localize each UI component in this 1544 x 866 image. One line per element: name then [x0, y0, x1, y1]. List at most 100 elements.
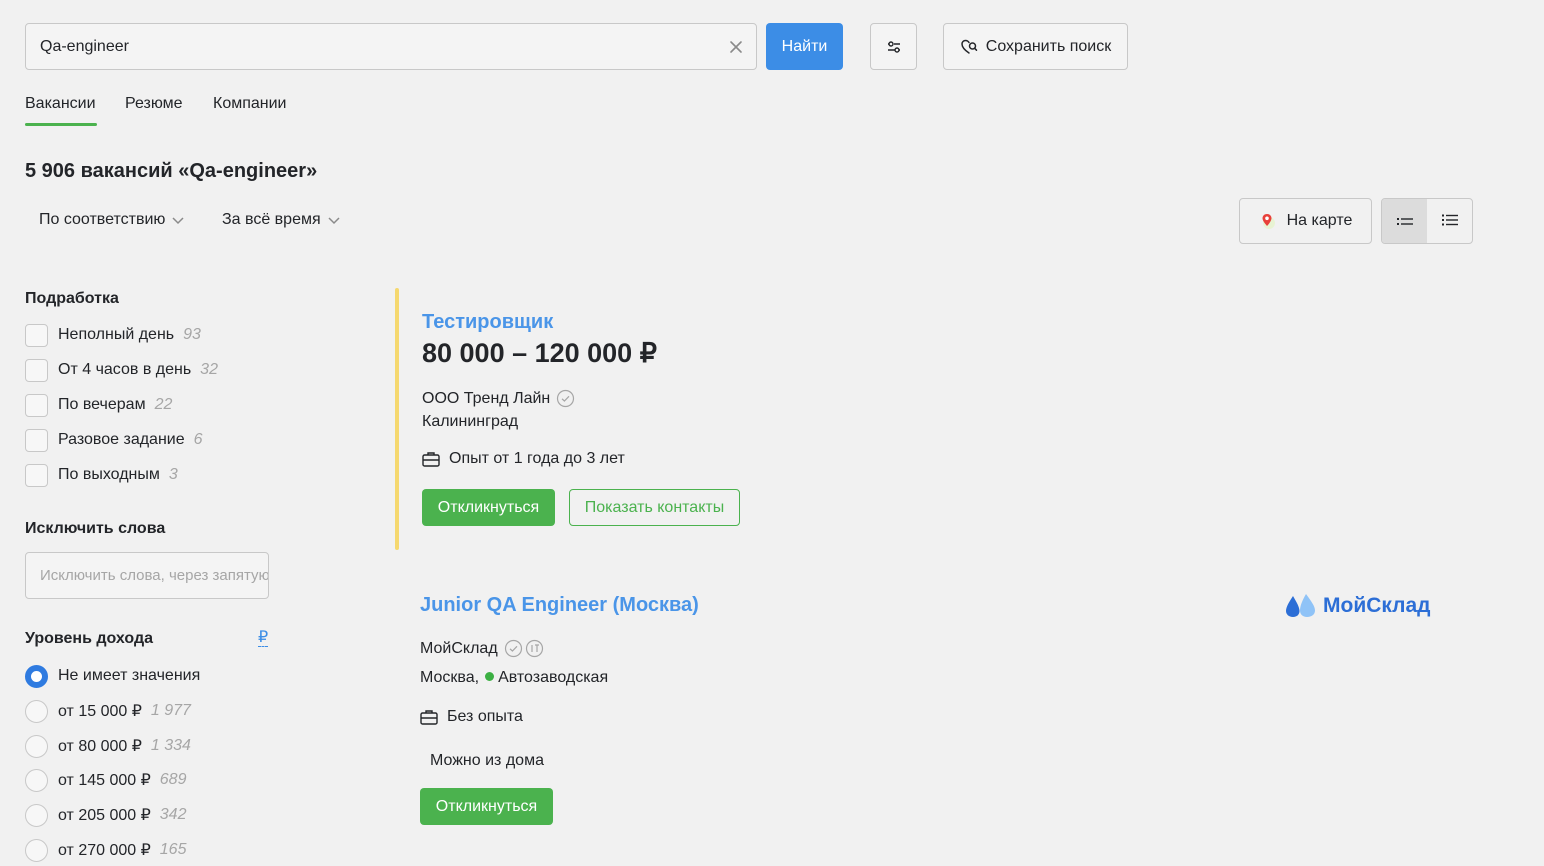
- respond-button[interactable]: Откликнуться: [420, 788, 553, 825]
- map-button[interactable]: На карте: [1239, 198, 1372, 244]
- exclude-words-input[interactable]: [25, 552, 269, 599]
- income-radio-row[interactable]: от 145 000 ₽ 689: [25, 768, 186, 792]
- income-label: от 80 000 ₽: [58, 738, 142, 755]
- vacancy-title[interactable]: Тестировщик: [422, 311, 553, 334]
- company-name[interactable]: ООО Тренд Лайн: [422, 390, 550, 408]
- tab-vacancies[interactable]: Вакансии: [25, 95, 96, 113]
- search-box[interactable]: [25, 23, 757, 70]
- filter-label: От 4 часов в день: [58, 361, 192, 378]
- filter-checkbox-row[interactable]: От 4 часов в день 32: [25, 358, 218, 382]
- map-pin-icon: [1262, 214, 1275, 229]
- show-contacts-button[interactable]: Показать контакты: [569, 489, 740, 526]
- tab-resumes[interactable]: Резюме: [125, 95, 183, 113]
- location-row: Москва, Автозаводская: [420, 669, 608, 687]
- company-logo[interactable]: МойСклад: [1285, 594, 1431, 618]
- period-label: За всё время: [222, 211, 321, 228]
- filter-count: 32: [200, 361, 218, 378]
- income-radio-row[interactable]: от 205 000 ₽ 342: [25, 803, 186, 827]
- respond-button[interactable]: Откликнуться: [422, 489, 555, 526]
- income-label: от 205 000 ₽: [58, 807, 151, 824]
- income-count: 342: [159, 806, 187, 823]
- heart-search-icon: [961, 39, 978, 54]
- radio-selected[interactable]: [25, 664, 48, 688]
- highlight-accent-bar: [395, 288, 399, 550]
- experience-text: Без опыта: [447, 708, 523, 725]
- logo-text: МойСклад: [1323, 594, 1431, 617]
- results-title: 5 906 вакансий «Qa-engineer»: [25, 160, 318, 182]
- moysklad-logo-icon: [1286, 594, 1315, 617]
- company-row: ООО Тренд Лайн: [422, 389, 575, 408]
- parttime-section-title: Подработка: [25, 290, 119, 307]
- sort-label: По соответствию: [39, 211, 166, 228]
- exclude-section-title: Исключить слова: [25, 520, 166, 537]
- experience-row: Без опыта: [420, 708, 523, 726]
- sliders-icon: [887, 40, 900, 53]
- income-radio-row[interactable]: от 270 000 ₽ 165: [25, 838, 186, 862]
- experience-row: Опыт от 1 года до 3 лет: [422, 450, 625, 468]
- income-label: Не имеет значения: [58, 667, 201, 684]
- income-count: 1 977: [150, 702, 191, 719]
- filter-count: 3: [168, 466, 178, 483]
- tab-companies[interactable]: Компании: [213, 95, 287, 113]
- vacancy-title[interactable]: Junior QA Engineer (Москва): [420, 594, 699, 617]
- period-dropdown[interactable]: За всё время: [222, 211, 341, 229]
- filter-label: Разовое задание: [58, 431, 185, 448]
- filter-checkbox-row[interactable]: Разовое задание 6: [25, 428, 203, 452]
- checkbox[interactable]: [25, 393, 48, 417]
- income-section-title: Уровень дохода: [25, 630, 154, 647]
- radio[interactable]: [25, 734, 48, 758]
- radio[interactable]: [25, 803, 48, 827]
- income-count: 1 334: [150, 737, 191, 754]
- vacancy-city: Москва,: [420, 669, 480, 686]
- advanced-search-button[interactable]: [870, 23, 917, 70]
- income-label: от 270 000 ₽: [58, 842, 151, 859]
- checkbox[interactable]: [25, 463, 48, 487]
- map-label: На карте: [1286, 212, 1353, 229]
- filter-checkbox-row[interactable]: По выходным 3: [25, 463, 178, 487]
- remote-work-label: Можно из дома: [430, 752, 544, 769]
- chevron-down-icon: [328, 217, 340, 225]
- briefcase-icon: [422, 452, 440, 467]
- checkbox[interactable]: [25, 358, 48, 382]
- company-name[interactable]: МойСклад: [420, 640, 498, 658]
- vacancy-city: Калининград: [422, 413, 519, 430]
- vacancy-salary: 80 000 – 120 000 ₽: [422, 338, 657, 368]
- income-count: 689: [159, 771, 187, 788]
- clear-icon[interactable]: [726, 37, 746, 57]
- verified-check-icon: [557, 389, 575, 408]
- experience-text: Опыт от 1 года до 3 лет: [449, 450, 625, 467]
- income-count: 165: [159, 841, 187, 858]
- metro-station: Автозаводская: [498, 669, 609, 686]
- filter-checkbox-row[interactable]: Неполный день 93: [25, 323, 201, 347]
- view-full-button[interactable]: [1427, 199, 1472, 243]
- income-radio-row[interactable]: от 80 000 ₽ 1 334: [25, 734, 191, 758]
- income-label: от 15 000 ₽: [58, 703, 142, 720]
- view-compact-button[interactable]: [1382, 199, 1427, 243]
- save-search-label: Сохранить поиск: [985, 37, 1112, 55]
- chevron-down-icon: [172, 217, 184, 225]
- active-tab-indicator: [25, 123, 97, 126]
- it-accredited-icon: [525, 639, 543, 658]
- checkbox[interactable]: [25, 428, 48, 452]
- radio[interactable]: [25, 768, 48, 792]
- list-compact-icon: [1396, 218, 1413, 225]
- metro-line-icon: [485, 672, 495, 681]
- income-radio-row[interactable]: Не имеет значения: [25, 664, 200, 688]
- filter-count: 93: [183, 326, 201, 343]
- income-radio-row[interactable]: от 15 000 ₽ 1 977: [25, 699, 191, 723]
- filter-checkbox-row[interactable]: По вечерам 22: [25, 393, 172, 417]
- radio[interactable]: [25, 699, 48, 723]
- filter-label: Неполный день: [58, 326, 175, 343]
- income-label: от 145 000 ₽: [58, 772, 151, 789]
- save-search-button[interactable]: Сохранить поиск: [943, 23, 1128, 70]
- checkbox[interactable]: [25, 323, 48, 347]
- currency-selector[interactable]: ₽: [258, 630, 269, 647]
- radio[interactable]: [25, 838, 48, 862]
- briefcase-icon: [420, 710, 438, 725]
- find-button[interactable]: Найти: [766, 23, 843, 70]
- filter-label: По вечерам: [58, 396, 146, 413]
- search-input[interactable]: [40, 24, 720, 69]
- verified-check-icon: [504, 639, 522, 658]
- filter-count: 6: [193, 431, 203, 448]
- sort-dropdown[interactable]: По соответствию: [39, 211, 185, 229]
